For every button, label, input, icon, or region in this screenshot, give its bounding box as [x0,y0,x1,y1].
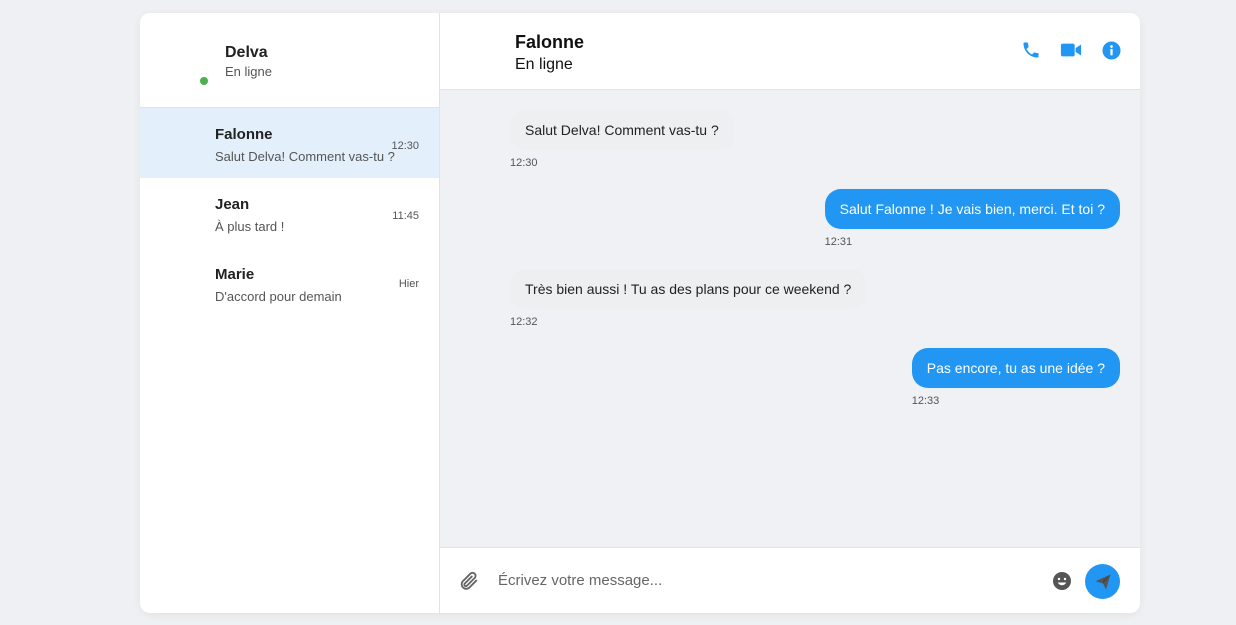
online-indicator [200,77,208,85]
conversation-item-marie[interactable]: Marie D'accord pour demain Hier [140,248,439,318]
emoji-icon[interactable] [1052,571,1072,591]
conversation-name: Jean [215,196,250,213]
message-time: 12:30 [510,157,538,169]
message-sent: Salut Falonne ! Je vais bien, merci. Et … [824,189,1120,248]
message-received: Très bien aussi ! Tu as des plans pour c… [510,269,867,328]
conversation-preview: Salut Delva! Comment vas-tu ? [215,149,395,164]
conversation-time: 12:30 [391,140,419,152]
message-input[interactable] [498,565,1038,595]
conversation-preview: À plus tard ! [215,219,285,234]
chat-app: Delva En ligne Falonne Salut Delva! Comm… [140,13,1140,613]
message-bubble: Pas encore, tu as une idée ? [911,348,1120,388]
conversation-preview: D'accord pour demain [215,289,342,304]
current-user-name: Delva [225,44,268,61]
conversation-item-jean[interactable]: Jean À plus tard ! 11:45 [140,178,439,248]
message-list: Salut Delva! Comment vas-tu ? 12:30 Salu… [440,90,1140,547]
message-time: 12:32 [510,316,538,328]
current-user: Delva En ligne [140,13,439,108]
phone-icon[interactable] [1020,39,1042,61]
conversation-item-falonne[interactable]: Falonne Salut Delva! Comment vas-tu ? 12… [140,108,439,178]
conversation-time: Hier [398,278,419,290]
message-time: 12:33 [911,395,940,407]
conversation-name: Marie [215,266,255,283]
message-time: 12:31 [824,236,853,248]
send-icon [1095,574,1110,589]
conversation-list: Falonne Salut Delva! Comment vas-tu ? 12… [140,108,439,318]
current-user-status: En ligne [225,64,272,79]
sidebar: Delva En ligne Falonne Salut Delva! Comm… [140,13,440,613]
message-bubble: Salut Delva! Comment vas-tu ? [510,110,734,150]
paperclip-icon[interactable] [458,570,480,592]
message-composer [440,547,1140,613]
send-button[interactable] [1085,564,1120,599]
header-actions [1020,39,1122,61]
conversation-time: 11:45 [392,210,419,222]
message-bubble: Salut Falonne ! Je vais bien, merci. Et … [824,189,1120,229]
message-sent: Pas encore, tu as une idée ? 12:33 [911,348,1120,407]
video-icon[interactable] [1060,39,1082,61]
message-bubble: Très bien aussi ! Tu as des plans pour c… [510,269,867,309]
message-received: Salut Delva! Comment vas-tu ? 12:30 [510,110,734,169]
contact-status: En ligne [515,56,573,73]
chat-header: Falonne En ligne [440,13,1140,90]
chat-panel: Falonne En ligne Salut Delva! Comment va… [440,13,1140,613]
contact-name: Falonne [515,32,585,52]
info-icon[interactable] [1100,39,1122,61]
conversation-name: Falonne [215,126,273,143]
